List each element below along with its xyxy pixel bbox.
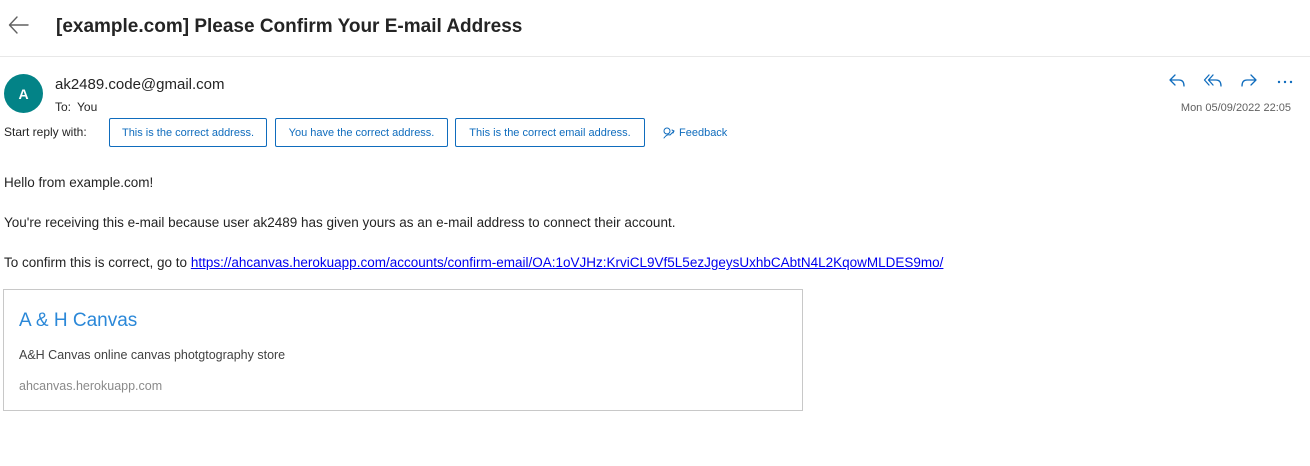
avatar-initial: A (18, 85, 29, 102)
recipient-name[interactable]: You (77, 100, 97, 114)
body-confirm-line: To confirm this is correct, go to https:… (4, 255, 943, 270)
reply-icon (1169, 74, 1185, 87)
preview-description: A&H Canvas online canvas photgtography s… (19, 348, 286, 362)
sender-address[interactable]: ak2489.code@gmail.com (55, 76, 224, 93)
forward-button[interactable] (1234, 70, 1264, 92)
suggested-reply-1[interactable]: This is the correct address. (109, 118, 267, 147)
back-button[interactable] (6, 12, 32, 38)
suggested-reply-2[interactable]: You have the correct address. (275, 118, 448, 147)
confirm-email-link[interactable]: https://ahcanvas.herokuapp.com/accounts/… (191, 255, 944, 270)
reply-all-icon (1203, 74, 1222, 87)
reply-all-button[interactable] (1198, 70, 1228, 92)
body-greeting: Hello from example.com! (4, 175, 154, 190)
reading-pane-header: [example.com] Please Confirm Your E-mail… (0, 0, 1310, 57)
arrow-left-icon (8, 16, 29, 34)
more-actions-button[interactable] (1270, 70, 1300, 92)
feedback-link[interactable]: Feedback (662, 126, 727, 140)
sender-avatar[interactable]: A (4, 74, 43, 113)
preview-title[interactable]: A & H Canvas (19, 310, 137, 332)
sent-date: Mon 05/09/2022 22:05 (1180, 102, 1291, 114)
body-paragraph: You're receiving this e-mail because use… (4, 215, 676, 230)
suggested-reply-3[interactable]: This is the correct email address. (455, 118, 645, 147)
preview-domain: ahcanvas.herokuapp.com (19, 379, 163, 393)
recipient-line: To: You (55, 100, 97, 114)
suggested-replies-label: Start reply with: (4, 125, 87, 139)
email-subject: [example.com] Please Confirm Your E-mail… (56, 16, 523, 37)
feedback-icon (663, 127, 675, 139)
reply-button[interactable] (1162, 70, 1192, 92)
message-actions (1162, 70, 1300, 92)
more-icon (1277, 80, 1293, 84)
confirm-prefix: To confirm this is correct, go to (4, 255, 188, 270)
link-preview-card[interactable]: A & H Canvas A&H Canvas online canvas ph… (3, 289, 803, 411)
forward-icon (1241, 74, 1257, 87)
to-label: To: (55, 100, 72, 114)
feedback-label: Feedback (679, 127, 728, 139)
